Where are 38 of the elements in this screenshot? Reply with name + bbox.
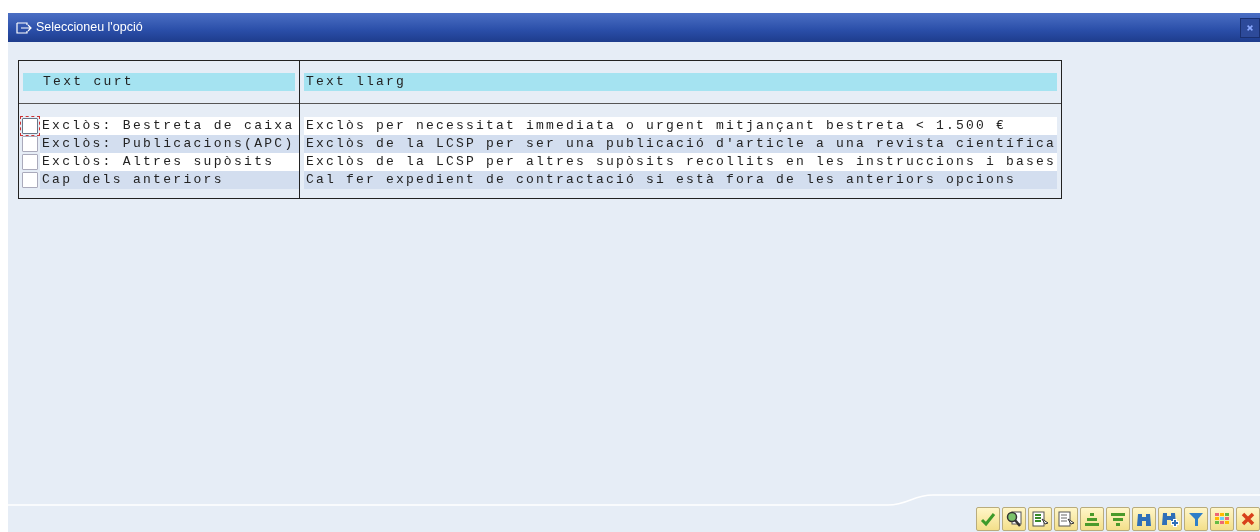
close-button[interactable] (1240, 17, 1260, 38)
column-header: Text curt (23, 73, 295, 91)
cross-icon (1240, 511, 1256, 527)
table-cell: Exclòs de la LCSP per altres supòsits recollits en les instruccions i bases (304, 153, 1057, 171)
checkbox[interactable] (22, 154, 38, 170)
table-cell: Exclòs: Altres supòsits (40, 153, 299, 171)
layout-button[interactable] (1210, 507, 1234, 531)
window-icon (16, 21, 32, 34)
sort-ascending-icon (1084, 511, 1100, 527)
table-cell: Cap dels anteriors (40, 171, 299, 189)
list-pointer-icon (1057, 510, 1075, 528)
magnifier-icon (1005, 510, 1023, 528)
column-header: Text llarg (304, 73, 1057, 91)
find-next-button[interactable] (1158, 507, 1182, 531)
filter-icon (1188, 511, 1204, 527)
grid-icon (1214, 511, 1230, 527)
binoculars-plus-icon (1161, 510, 1179, 528)
table-cell: Cal fer expedient de contractació si està fora de les anteriors opcions (304, 171, 1057, 189)
sort-descending-button[interactable] (1106, 507, 1130, 531)
table-cell: Exclòs: Publicacions(APC) (40, 135, 299, 153)
window-title: Seleccioneu l'opció (36, 19, 143, 37)
sort-ascending-button[interactable] (1080, 507, 1104, 531)
checkbox[interactable] (22, 136, 38, 152)
binoculars-icon (1136, 511, 1152, 527)
list-pointer-icon (1031, 510, 1049, 528)
cancel-button[interactable] (1236, 507, 1260, 531)
details-button[interactable] (1002, 507, 1026, 531)
check-icon (980, 511, 996, 527)
deselect-all-button[interactable] (1054, 507, 1078, 531)
filter-button[interactable] (1184, 507, 1208, 531)
checkbox[interactable] (22, 172, 38, 188)
table-cell: Exclòs: Bestreta de caixa (40, 117, 299, 135)
sort-descending-icon (1110, 511, 1126, 527)
select-all-button[interactable] (1028, 507, 1052, 531)
table-cell: Exclòs per necessitat immediata o urgent mitjançant bestreta < 1.500 € (304, 117, 1057, 135)
find-button[interactable] (1132, 507, 1156, 531)
close-icon (1247, 22, 1253, 33)
table-cell: Exclòs de la LCSP per ser una publicació d'article a una revista científica (304, 135, 1057, 153)
